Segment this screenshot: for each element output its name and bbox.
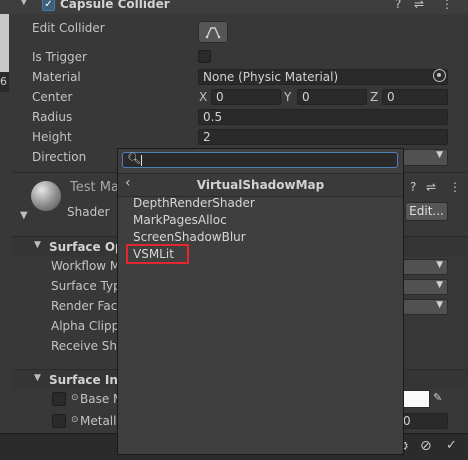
base-map-slot[interactable]	[52, 392, 66, 406]
chevron-down-icon: ▼	[436, 300, 443, 310]
chevron-down-icon: ▼	[436, 260, 443, 270]
center-y-label: Y	[284, 90, 292, 104]
component-title: Capsule Collider	[60, 0, 170, 11]
metallic-map-slot[interactable]	[52, 414, 66, 428]
texture-picker-icon[interactable]: ⊙	[71, 415, 79, 425]
component-enabled-checkbox[interactable]: ✓	[42, 0, 55, 11]
kebab-icon[interactable]: ⋮	[441, 0, 453, 11]
sliders-icon[interactable]: ⇌	[414, 0, 424, 11]
direction-dropdown[interactable]: ▼	[400, 149, 448, 166]
visibility-off-icon[interactable]: ⊘	[420, 438, 432, 454]
material-foldout-icon[interactable]: ▼	[20, 210, 28, 221]
search-field[interactable]: 🔍︎	[122, 152, 398, 168]
surface-option-row: Workflow M	[51, 259, 121, 273]
edit-collider-icon	[205, 27, 221, 39]
shader-list-item[interactable]: ScreenShadowBlur	[133, 230, 246, 244]
surface-option-row: Render Face	[51, 299, 125, 313]
center-z-label: Z	[370, 90, 379, 104]
center-x-field[interactable]: 0	[211, 89, 281, 105]
radius-label: Radius	[32, 110, 73, 124]
center-label: Center	[32, 90, 73, 104]
metallic-label: Metalli	[80, 414, 120, 428]
render-face-dropdown[interactable]: ▼	[400, 299, 448, 315]
material-name: Test Ma	[70, 180, 119, 195]
shader-list-item[interactable]: MarkPagesAlloc	[133, 213, 227, 227]
chevron-down-icon: ▼	[436, 150, 443, 160]
surface-type-dropdown[interactable]: ▼	[400, 279, 448, 295]
height-label: Height	[32, 130, 72, 144]
height-field[interactable]: 2	[198, 129, 448, 145]
shader-edit-button[interactable]: Edit...	[405, 202, 448, 221]
left-panel-sliver	[0, 14, 9, 74]
text-caret	[141, 155, 142, 166]
base-color-swatch[interactable]	[400, 390, 430, 408]
edit-collider-button[interactable]	[198, 21, 228, 43]
highlight-box	[126, 244, 189, 264]
metallic-value-field[interactable]: 0	[398, 413, 448, 429]
search-icon: 🔍︎	[127, 152, 141, 165]
popup-header: ‹ VirtualShadowMap	[118, 173, 403, 197]
surface-option-row: Alpha Clippi	[51, 319, 123, 333]
component-header: ▼ ✓ Capsule Collider ? ⇌ ⋮	[0, 0, 468, 14]
center-x-label: X	[199, 90, 208, 104]
radius-field[interactable]: 0.5	[198, 109, 448, 125]
question-icon[interactable]: ?	[395, 0, 401, 11]
chevron-down-icon: ▼	[436, 280, 443, 290]
center-z-field[interactable]: 0	[382, 89, 448, 105]
is-trigger-label: Is Trigger	[32, 50, 87, 64]
object-picker-icon[interactable]	[433, 69, 446, 82]
is-trigger-checkbox[interactable]	[198, 50, 211, 63]
workflow-mode-dropdown[interactable]: ▼	[400, 259, 448, 275]
center-y-field[interactable]: 0	[297, 89, 367, 105]
direction-label: Direction	[32, 150, 87, 164]
material-preview-icon	[31, 181, 61, 211]
material-label: Material	[32, 70, 81, 84]
material-sliders-icon[interactable]: ⇌	[426, 180, 436, 194]
material-question-icon[interactable]: ?	[410, 180, 416, 194]
shader-label: Shader	[67, 205, 110, 219]
check-circle-icon[interactable]: ✓	[446, 438, 457, 453]
surface-option-row: Surface Typ	[51, 279, 121, 293]
material-field[interactable]: None (Physic Material)	[198, 69, 448, 85]
popup-header-title: VirtualShadowMap	[196, 178, 325, 192]
material-kebab-icon[interactable]: ⋮	[449, 180, 461, 194]
left-panel-sliver-text: 6	[0, 72, 9, 92]
edit-collider-label: Edit Collider	[32, 21, 105, 35]
shader-list-item[interactable]: DepthRenderShader	[133, 196, 255, 210]
surface-option-row: Receive Sha	[51, 339, 125, 353]
shader-search-popup: 🔍︎ ‹ VirtualShadowMap DepthRenderShader …	[117, 148, 404, 455]
texture-picker-icon[interactable]: ⊙	[71, 393, 79, 403]
foldout-arrow-icon[interactable]: ▼	[20, 0, 28, 7]
surface-options-foldout-icon: ▼	[34, 240, 41, 250]
eyedropper-icon[interactable]: ✎	[433, 391, 442, 404]
surface-inputs-foldout-icon: ▼	[34, 373, 41, 383]
